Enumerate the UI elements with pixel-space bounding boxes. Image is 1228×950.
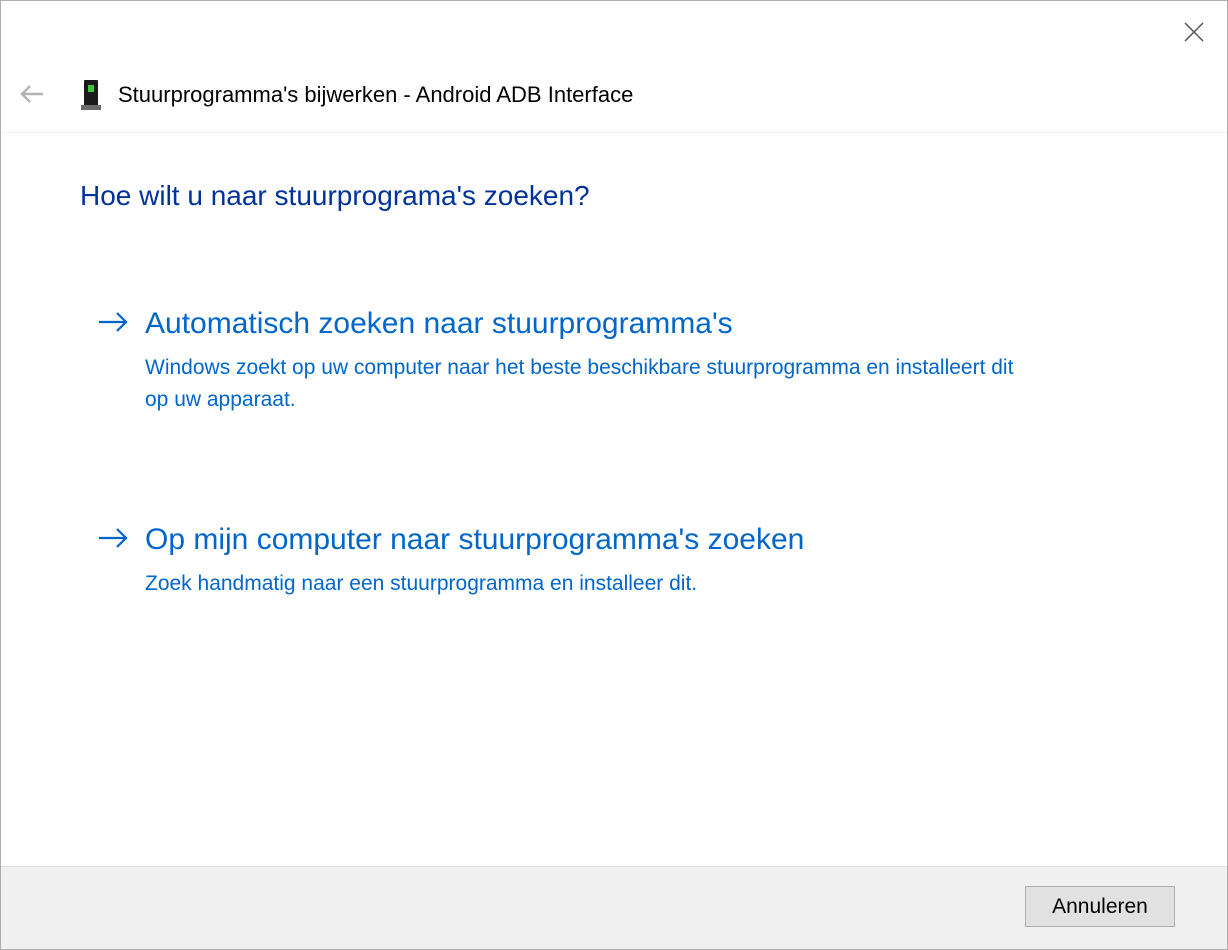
- option-title[interactable]: Op mijn computer naar stuurprogramma's z…: [145, 520, 804, 560]
- close-button[interactable]: [1161, 1, 1227, 63]
- header-divider: [1, 132, 1227, 133]
- cancel-button[interactable]: Annuleren: [1025, 886, 1175, 927]
- device-icon: [81, 80, 101, 110]
- back-arrow-icon: [20, 85, 43, 103]
- option-browse-computer[interactable]: Op mijn computer naar stuurprogramma's z…: [91, 520, 1051, 600]
- arrow-right-icon: [99, 312, 128, 332]
- arrow-right-icon: [99, 528, 128, 548]
- option-title[interactable]: Automatisch zoeken naar stuurprogramma's: [145, 304, 733, 344]
- option-description: Windows zoekt op uw computer naar het be…: [145, 356, 1014, 411]
- option-search-automatically[interactable]: Automatisch zoeken naar stuurprogramma's…: [91, 304, 1051, 414]
- back-button[interactable]: [15, 79, 49, 109]
- dialog-title: Stuurprogramma's bijwerken - Android ADB…: [118, 82, 634, 107]
- dialog-footer: Annuleren: [1, 866, 1227, 949]
- option-description: Zoek handmatig naar een stuurprogramma e…: [145, 572, 698, 595]
- page-heading: Hoe wilt u naar stuurprograma's zoeken?: [80, 180, 590, 211]
- update-driver-dialog: Stuurprogramma's bijwerken - Android ADB…: [0, 0, 1228, 950]
- close-icon: [1184, 22, 1204, 42]
